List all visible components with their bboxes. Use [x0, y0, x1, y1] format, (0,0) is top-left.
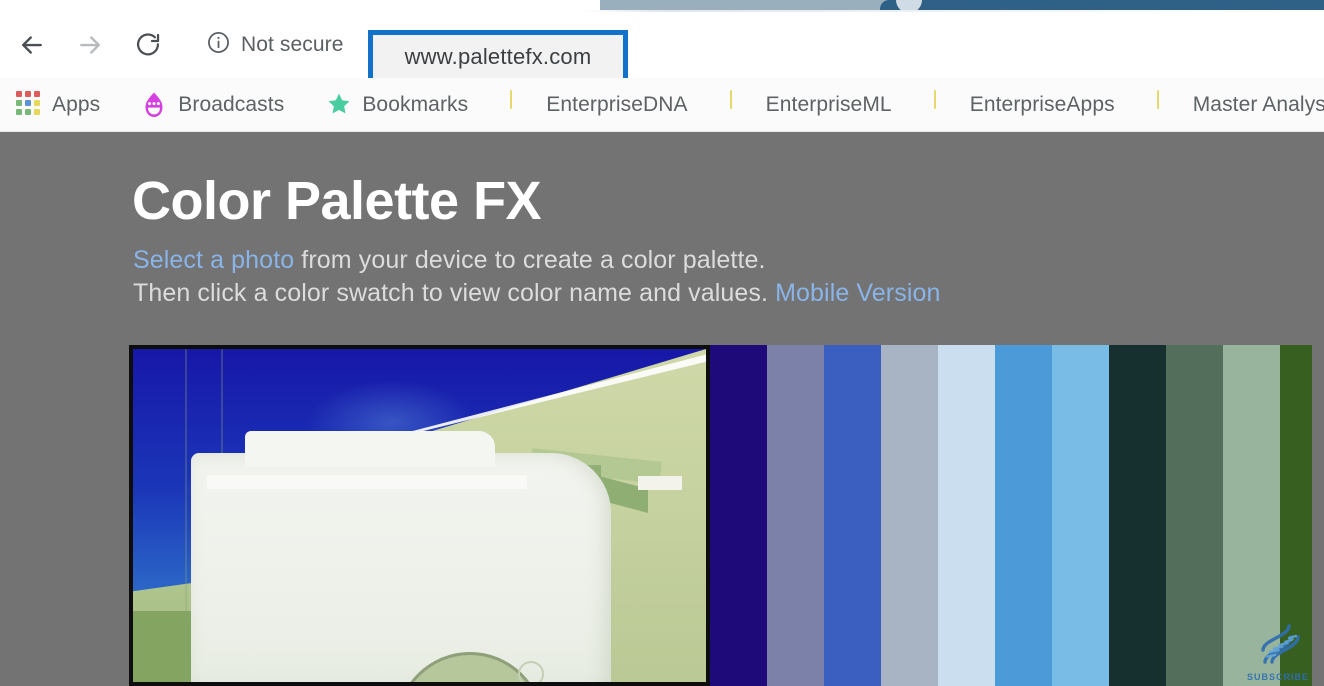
web-page-content: Color Palette FX Select a photo from you… — [0, 132, 1324, 686]
photo-canvas — [133, 349, 706, 682]
photo-grain — [185, 349, 187, 682]
folder-icon — [1156, 89, 1181, 119]
color-swatch[interactable] — [710, 345, 767, 686]
color-swatch[interactable] — [824, 345, 881, 686]
site-security-group[interactable]: Not secure — [206, 30, 344, 60]
mobile-version-link[interactable]: Mobile Version — [775, 279, 940, 307]
folder-icon — [510, 89, 534, 119]
bookmark-item-apps[interactable]: Apps — [6, 85, 110, 125]
bookmark-label: EnterpriseApps — [969, 92, 1115, 116]
dna-helix-icon — [1255, 622, 1301, 671]
photo-box-lip — [207, 475, 527, 489]
reload-button[interactable] — [122, 19, 174, 71]
instructions-line2-text: Then click a color swatch to view color … — [133, 279, 776, 307]
bookmark-label: Bookmarks — [362, 92, 469, 116]
folder-icon — [729, 89, 754, 119]
color-swatch[interactable] — [1052, 345, 1109, 686]
address-bar-highlight: www.palettefx.com — [368, 30, 628, 84]
back-button[interactable] — [6, 19, 58, 71]
browser-tab-strip — [0, 0, 1324, 13]
page-title: Color Palette FX — [132, 171, 542, 231]
bookmark-label: Master Analyst — [1192, 92, 1324, 116]
broadcast-icon — [142, 91, 166, 119]
star-icon — [326, 91, 350, 119]
forward-button[interactable] — [64, 19, 116, 71]
color-swatch[interactable] — [767, 345, 824, 686]
apps-grid-icon — [16, 90, 40, 119]
bookmark-item-bookmarks[interactable]: Bookmarks — [316, 85, 478, 125]
color-swatch[interactable] — [1166, 345, 1223, 686]
bookmark-label: Apps — [52, 92, 101, 116]
browser-toolbar: Not secure www.palettefx.com — [0, 12, 1324, 84]
subscribe-label: SUBSCRIBE — [1246, 672, 1309, 682]
page-instructions: Select a photo from your device to creat… — [133, 244, 941, 310]
photo-small-ring — [518, 661, 544, 682]
bookmark-label: Broadcasts — [178, 92, 285, 116]
color-swatch[interactable] — [881, 345, 938, 686]
color-palette-strip — [710, 345, 1324, 686]
color-swatch[interactable] — [1109, 345, 1166, 686]
security-status-label: Not secure — [241, 33, 344, 56]
bookmark-item-enterpriseapps[interactable]: EnterpriseApps — [924, 85, 1125, 125]
arrow-left-icon — [17, 30, 47, 60]
bookmark-label: EnterpriseDNA — [546, 92, 688, 116]
address-bar-input[interactable]: www.palettefx.com — [405, 44, 592, 70]
folder-icon — [933, 89, 958, 119]
arrow-right-icon — [75, 30, 105, 60]
color-swatch[interactable] — [995, 345, 1052, 686]
source-photo[interactable] — [129, 345, 710, 686]
color-swatch[interactable] — [938, 345, 995, 686]
photo-cap — [638, 476, 682, 490]
instructions-line1-rest: from your device to create a color palet… — [294, 246, 766, 274]
bookmark-item-enterprisedna[interactable]: EnterpriseDNA — [500, 85, 697, 125]
bookmark-item-broadcasts[interactable]: Broadcasts — [132, 85, 294, 125]
bookmark-label: EnterpriseML — [765, 92, 892, 116]
subscribe-watermark[interactable]: SUBSCRIBE — [1240, 620, 1316, 682]
bookmark-item-master-analyst[interactable]: Master Analyst — [1147, 85, 1324, 125]
bookmark-item-enterpriseml[interactable]: EnterpriseML — [720, 85, 902, 125]
select-photo-link[interactable]: Select a photo — [133, 246, 294, 274]
reload-icon — [134, 31, 162, 59]
photo-box-top — [245, 431, 495, 467]
info-circle-icon — [206, 30, 231, 60]
bookmarks-bar: Apps Broadcasts Bookmarks EnterpriseDNA … — [0, 78, 1324, 132]
